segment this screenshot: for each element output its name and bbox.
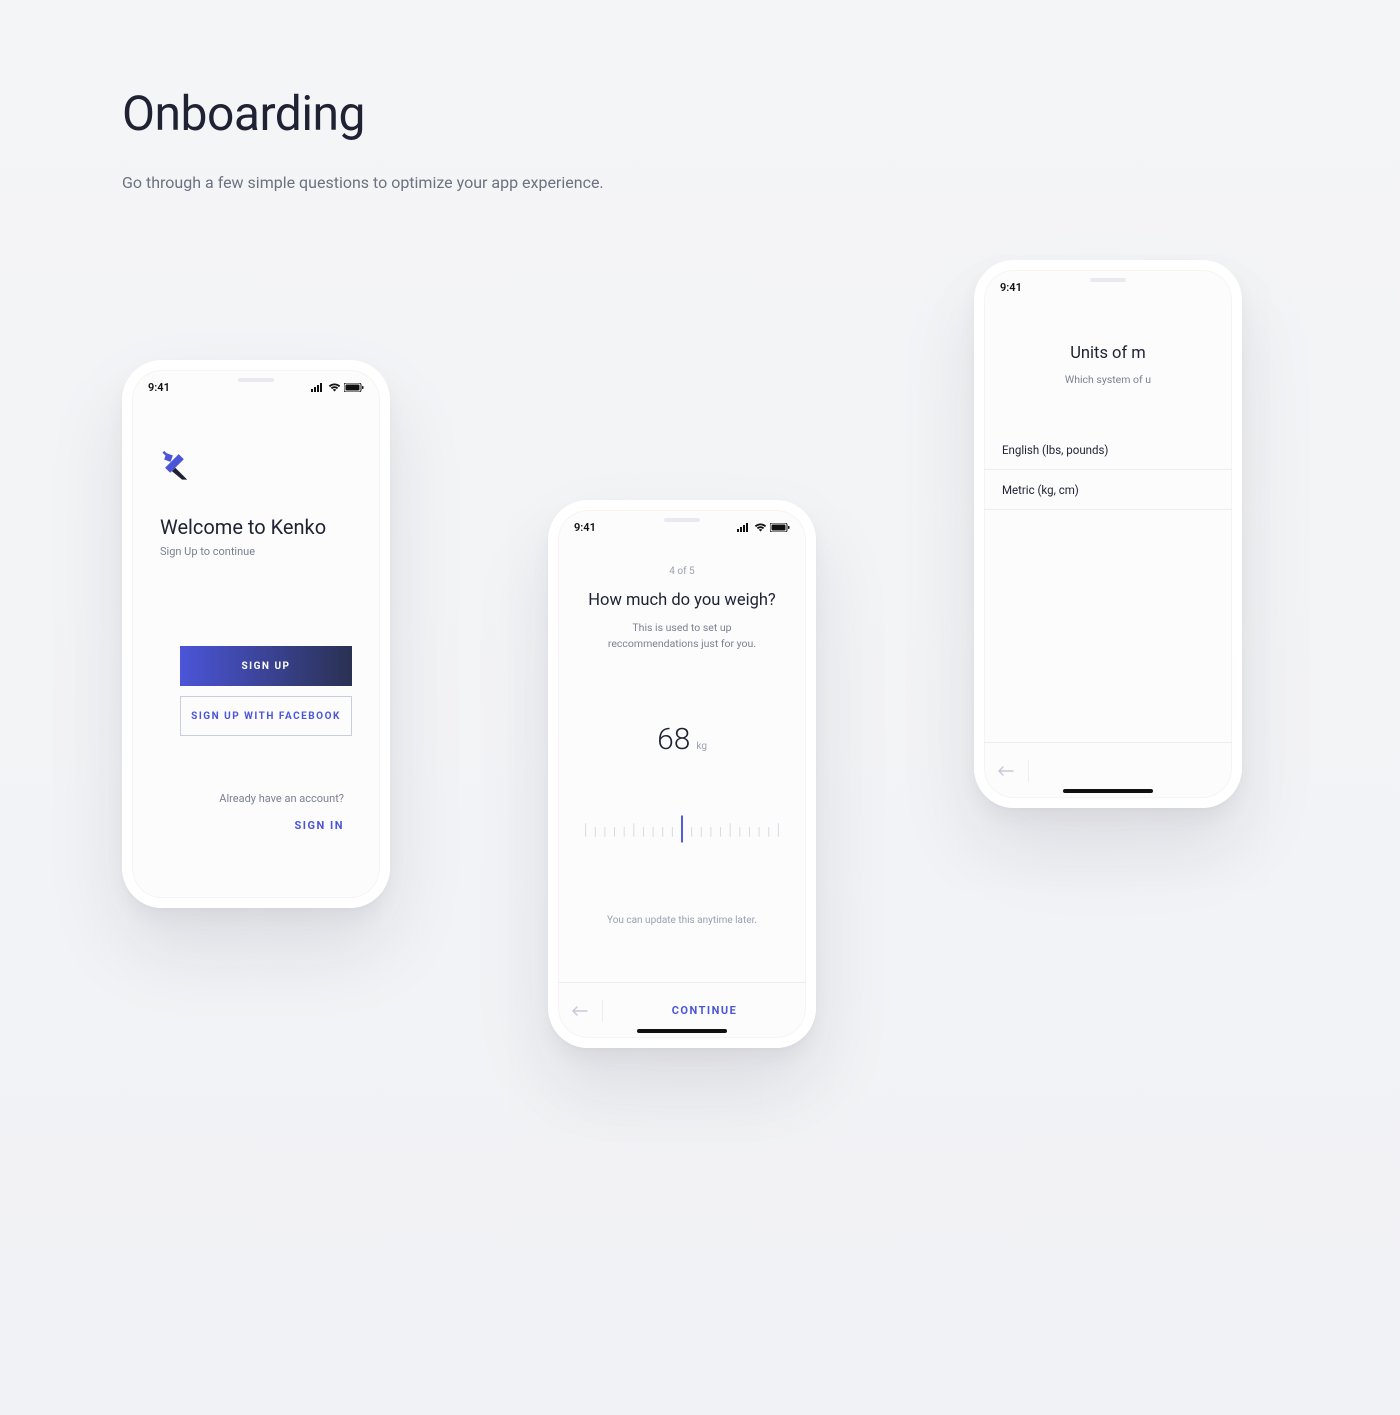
status-time: 9:41 — [574, 521, 596, 534]
back-button[interactable] — [984, 743, 1028, 798]
page-header: Onboarding Go through a few simple quest… — [122, 85, 622, 196]
status-bar: 9:41 — [132, 370, 380, 404]
phone-screen: 9:41 Welcome to Kenko Sign Up to continu… — [132, 370, 380, 898]
weight-unit: kg — [696, 741, 707, 752]
wifi-icon — [328, 383, 341, 392]
home-indicator — [1063, 789, 1153, 793]
continue-button[interactable]: CONTINUE — [603, 1004, 806, 1017]
arrow-left-icon — [572, 1006, 588, 1016]
battery-icon — [770, 523, 790, 532]
step-counter: 4 of 5 — [669, 566, 694, 577]
signin-link[interactable]: SIGN IN — [160, 819, 344, 832]
cellular-icon — [311, 383, 325, 392]
page-subtitle: Go through a few simple questions to opt… — [122, 170, 622, 196]
status-time: 9:41 — [1000, 281, 1022, 294]
already-account-text: Already have an account? — [160, 792, 344, 805]
weight-slider[interactable] — [576, 809, 788, 849]
welcome-content: Welcome to Kenko Sign Up to continue SIG… — [132, 404, 380, 898]
button-stack: SIGN UP SIGN UP WITH FACEBOOK — [160, 646, 352, 736]
phone-screen: 9:41 Units of m Which system of u Englis… — [984, 270, 1232, 798]
footer-divider — [1028, 760, 1029, 782]
already-account-section: Already have an account? SIGN IN — [160, 792, 352, 832]
unit-option-metric[interactable]: Metric (kg, cm) — [984, 470, 1232, 510]
signup-button[interactable]: SIGN UP — [180, 646, 352, 686]
question-subtitle: This is used to set up reccommendations … — [587, 620, 777, 652]
signup-facebook-button[interactable]: SIGN UP WITH FACEBOOK — [180, 696, 352, 736]
status-bar: 9:41 — [984, 270, 1232, 304]
units-content: Units of m Which system of u English (lb… — [984, 304, 1232, 798]
status-indicators — [311, 383, 364, 392]
wifi-icon — [754, 523, 767, 532]
weight-value: 68 — [657, 722, 690, 757]
page-title: Onboarding — [122, 85, 622, 142]
phone-weight: 9:41 4 of 5 How much do you weigh? This … — [548, 500, 816, 1048]
home-indicator — [637, 1029, 727, 1033]
status-indicators — [737, 523, 790, 532]
weight-content: 4 of 5 How much do you weigh? This is us… — [558, 544, 806, 1038]
arrow-left-icon — [998, 766, 1014, 776]
phone-units: 9:41 Units of m Which system of u Englis… — [974, 260, 1242, 808]
units-subtitle: Which system of u — [1065, 373, 1151, 386]
battery-icon — [344, 383, 364, 392]
phone-screen: 9:41 4 of 5 How much do you weigh? This … — [558, 510, 806, 1038]
units-title: Units of m — [1070, 344, 1146, 363]
welcome-title: Welcome to Kenko — [160, 515, 352, 539]
back-button[interactable] — [558, 983, 602, 1038]
cellular-icon — [737, 523, 751, 532]
update-note: You can update this anytime later. — [607, 915, 757, 926]
weight-display: 68 kg — [657, 722, 707, 757]
status-time: 9:41 — [148, 381, 170, 394]
welcome-subtitle: Sign Up to continue — [160, 545, 352, 558]
phone-welcome: 9:41 Welcome to Kenko Sign Up to continu… — [122, 360, 390, 908]
question-title: How much do you weigh? — [588, 591, 775, 610]
app-logo-icon — [160, 449, 194, 483]
status-bar: 9:41 — [558, 510, 806, 544]
unit-option-english[interactable]: English (lbs, pounds) — [984, 430, 1232, 470]
